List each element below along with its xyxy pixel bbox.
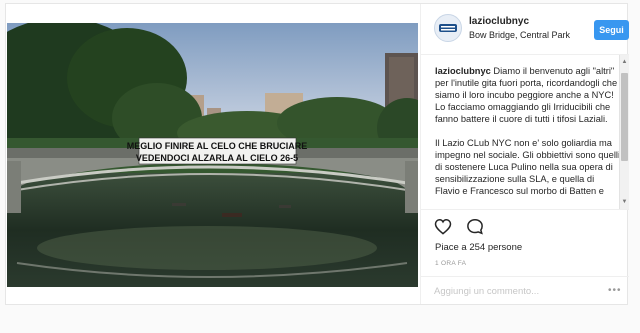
post-location[interactable]: Bow Bridge, Central Park <box>469 30 570 40</box>
instagram-post: MEGLIO FINIRE AL CELO CHE BRUCIARE VEDEN… <box>5 3 629 305</box>
scroll-thumb[interactable] <box>621 73 628 161</box>
comment-box: ••• <box>421 276 629 305</box>
likes-count[interactable]: Piace a 254 persone <box>435 242 522 253</box>
caption-paragraph-2: Il Lazio CLub NYC non e' solo goliardia … <box>435 138 621 196</box>
post-username[interactable]: lazioclubnyc <box>469 16 529 27</box>
bow-bridge-image: MEGLIO FINIRE AL CELO CHE BRUCIARE VEDEN… <box>7 23 418 287</box>
post-actions <box>434 218 494 238</box>
scroll-down-arrow-icon[interactable]: ▼ <box>621 197 628 207</box>
banner-line-1: MEGLIO FINIRE AL CELO CHE BRUCIARE <box>127 141 308 151</box>
post-side-panel: lazioclubnyc Bow Bridge, Central Park Se… <box>420 4 629 304</box>
follow-button[interactable]: Segui <box>594 20 629 40</box>
avatar[interactable] <box>434 14 462 42</box>
caption-text: lazioclubnyc Diamo il benvenuto agli "al… <box>435 65 621 209</box>
comment-input[interactable] <box>434 283 594 299</box>
more-options-icon[interactable]: ••• <box>608 285 622 296</box>
caption-author[interactable]: lazioclubnyc <box>435 66 491 76</box>
scroll-up-arrow-icon[interactable]: ▲ <box>621 57 628 67</box>
post-timestamp[interactable]: 1 ORA FA <box>435 260 466 267</box>
caption-area: lazioclubnyc Diamo il benvenuto agli "al… <box>421 55 629 210</box>
post-photo[interactable]: MEGLIO FINIRE AL CELO CHE BRUCIARE VEDEN… <box>7 23 418 287</box>
caption-scrollbar[interactable]: ▲ ▼ <box>619 55 629 209</box>
banner-line-2: VEDENDOCI ALZARLA AL CIELO 26-5 <box>136 153 298 163</box>
comment-bubble-icon[interactable] <box>466 218 484 240</box>
post-header: lazioclubnyc Bow Bridge, Central Park Se… <box>421 4 629 55</box>
club-logo-icon <box>439 24 457 32</box>
heart-icon[interactable] <box>434 218 452 240</box>
